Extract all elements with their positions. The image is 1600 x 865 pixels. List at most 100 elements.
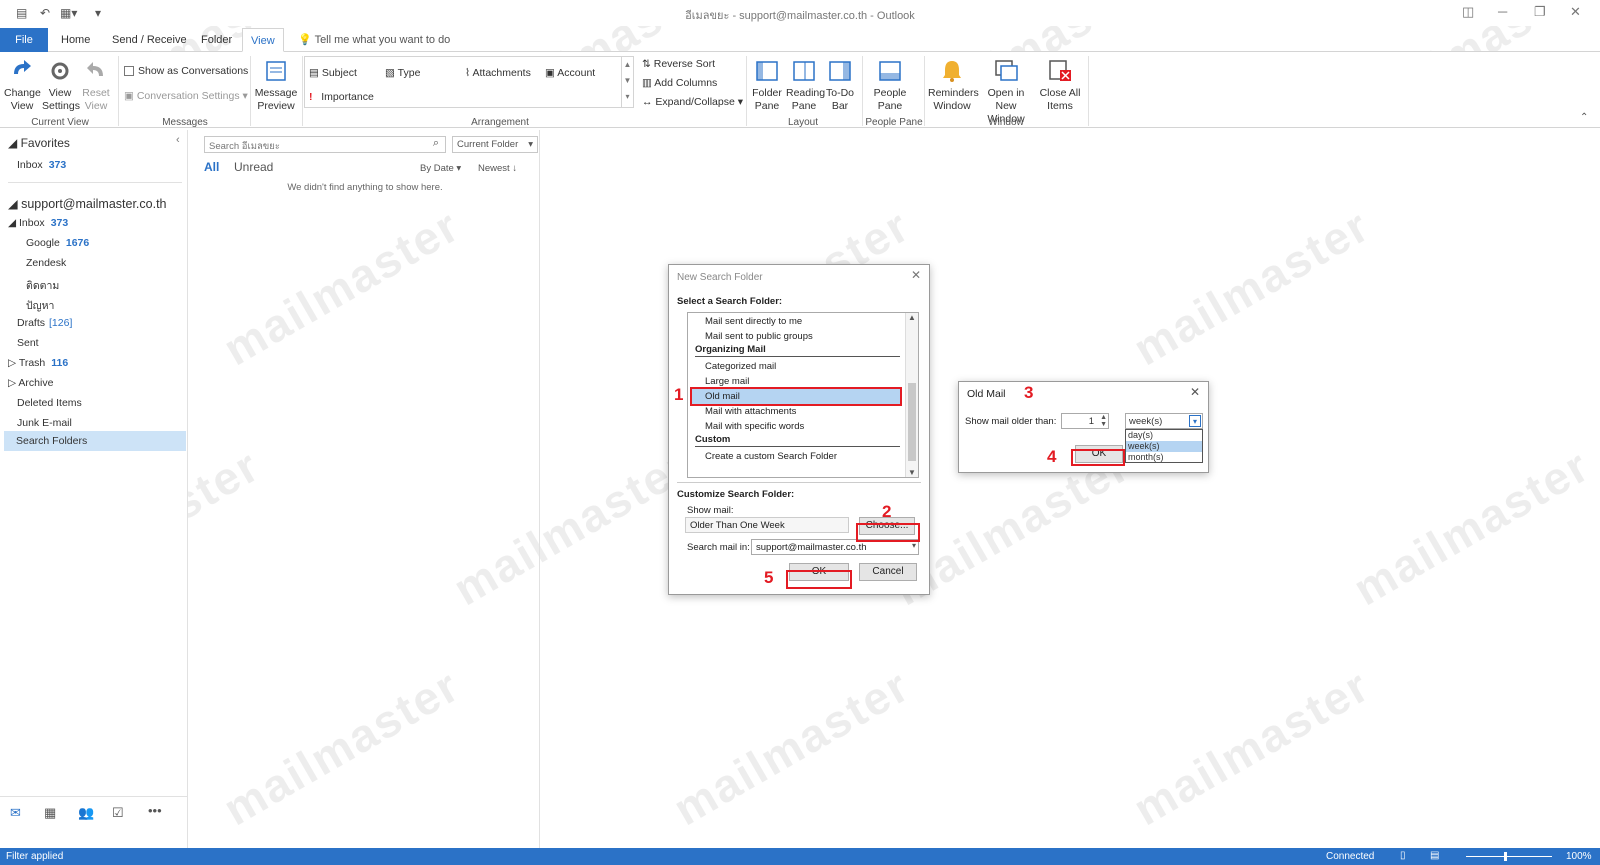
account-header[interactable]: ◢ support@mailmaster.co.th [8, 196, 167, 211]
folder-zendesk[interactable]: Zendesk [26, 257, 66, 269]
people-icon[interactable]: 👥 [78, 805, 94, 821]
tell-me-box[interactable]: 💡 Tell me what you want to do [290, 28, 458, 52]
list-item[interactable]: Create a custom Search Folder [705, 451, 837, 462]
filter-all[interactable]: All [204, 160, 219, 174]
view-settings-button[interactable]: View Settings [42, 58, 80, 113]
favorites-inbox[interactable]: Inbox 373 [17, 159, 66, 171]
reverse-sort-button[interactable]: ⇅ Reverse Sort [642, 58, 715, 70]
older-than-number[interactable]: 1 ▲ ▼ [1061, 413, 1109, 429]
reset-view-button[interactable]: Reset View [80, 58, 112, 113]
change-view-icon [14, 60, 31, 74]
scroll-down-icon[interactable]: ▼ [908, 468, 916, 477]
folder-drafts[interactable]: Drafts [126] [17, 317, 72, 329]
arrange-subject[interactable]: ▤ Subject [309, 67, 357, 79]
scroll-thumb[interactable] [908, 383, 916, 461]
search-scope-dropdown[interactable]: Current Folder ▾ [452, 136, 538, 153]
change-view-button[interactable]: Change View [4, 58, 41, 113]
cancel-button[interactable]: Cancel [859, 563, 917, 581]
zoom-level[interactable]: 100% [1566, 851, 1592, 862]
folder-inbox[interactable]: ◢ Inbox 373 [8, 217, 68, 229]
paperclip-icon: ⌇ [465, 67, 471, 79]
favorites-header[interactable]: ◢ Favorites [8, 136, 70, 150]
group-header: Custom [695, 434, 731, 445]
folder-problem[interactable]: ปัญหา [26, 297, 54, 314]
todo-bar-button[interactable]: To-Do Bar [824, 58, 856, 113]
message-preview-button[interactable]: Message Preview [254, 58, 298, 113]
dropdown-option[interactable]: day(s) [1126, 430, 1202, 441]
collapse-ribbon-icon[interactable]: ⌃ [1580, 112, 1588, 123]
tab-home[interactable]: Home [53, 28, 98, 52]
scroll-up-icon[interactable]: ▲ [908, 313, 916, 322]
tasks-icon[interactable]: ☑ [112, 805, 124, 821]
reminders-window-button[interactable]: Reminders Window [928, 58, 979, 113]
annotation-box [856, 523, 920, 542]
folder-follow[interactable]: ติดตาม [26, 277, 59, 294]
ribbon-display-icon[interactable]: ◫ [1462, 4, 1474, 20]
restore-icon[interactable]: ❐ [1534, 4, 1546, 20]
list-item[interactable]: Categorized mail [705, 361, 776, 372]
folder-deleted-items[interactable]: Deleted Items [17, 397, 82, 409]
folder-archive[interactable]: ▷ Archive [8, 377, 53, 389]
zoom-slider[interactable] [1466, 856, 1552, 857]
more-icon[interactable]: ••• [148, 803, 162, 818]
filter-unread[interactable]: Unread [234, 160, 273, 174]
dropdown-option[interactable]: month(s) [1126, 452, 1202, 463]
unit-dropdown[interactable]: week(s) ▾ [1125, 413, 1203, 429]
reading-view-icon[interactable]: ▤ [1430, 850, 1439, 861]
tab-file[interactable]: File [0, 28, 48, 52]
close-icon[interactable]: ✕ [1190, 385, 1200, 399]
arrange-attachments[interactable]: ⌇ Attachments [465, 67, 531, 79]
minimize-icon[interactable]: ─ [1498, 4, 1507, 19]
arrange-account[interactable]: ▣ Account [545, 67, 595, 79]
list-item[interactable]: Mail with attachments [705, 406, 796, 417]
separator [746, 56, 747, 126]
junk-label: Junk E-mail [17, 417, 72, 429]
open-new-window-button[interactable]: Open in New Window [978, 58, 1034, 126]
list-item[interactable]: Mail sent to public groups [705, 331, 813, 342]
dropdown-option-selected[interactable]: week(s) [1126, 441, 1202, 452]
zoom-thumb[interactable] [1504, 852, 1507, 861]
customize-label: Customize Search Folder: [677, 489, 795, 500]
reading-pane-button[interactable]: Reading Pane [786, 58, 825, 113]
number-value: 1 [1088, 416, 1094, 427]
tab-send-receive[interactable]: Send / Receive [104, 28, 195, 52]
expand-collapse-icon: ↔ [642, 96, 653, 108]
folder-trash[interactable]: ▷ Trash 116 [8, 357, 68, 369]
search-icon[interactable]: ⌕ [433, 137, 439, 150]
annotation-box [786, 570, 852, 589]
arrange-type[interactable]: ▧ Type [385, 67, 420, 79]
search-input[interactable]: Search อีเมลขยะ ⌕ [204, 136, 446, 153]
folder-sent[interactable]: Sent [17, 337, 39, 349]
gallery-scroll[interactable]: ▲ ▼ ▾ [621, 57, 633, 107]
calendar-icon[interactable]: ▦ [44, 805, 56, 821]
close-icon[interactable]: ✕ [911, 268, 921, 282]
spinner-icon[interactable]: ▲ ▼ [1100, 414, 1107, 428]
normal-view-icon[interactable]: ▯ [1400, 850, 1406, 861]
scrollbar[interactable]: ▲ ▼ [905, 313, 918, 477]
collapse-pane-icon[interactable]: ‹ [176, 134, 180, 146]
close-all-items-button[interactable]: Close All Items [1036, 58, 1084, 113]
divider [677, 482, 921, 483]
sort-order-button[interactable]: Newest ↓ [478, 163, 517, 174]
sort-by-dropdown[interactable]: By Date ▾ [420, 163, 461, 174]
list-item[interactable]: Mail sent directly to me [705, 316, 802, 327]
show-as-conversations-checkbox[interactable]: Show as Conversations [124, 65, 248, 77]
ribbon-tabs: File Home Send / Receive Folder View 💡 T… [0, 28, 1600, 52]
tab-folder[interactable]: Folder [193, 28, 240, 52]
arrange-importance[interactable]: ! Importance [309, 91, 374, 103]
close-all-icon [1049, 60, 1071, 81]
folder-pane-button[interactable]: Folder Pane [750, 58, 784, 113]
close-icon[interactable]: ✕ [1570, 4, 1581, 20]
folder-search-folders[interactable]: Search Folders [4, 431, 186, 451]
folder-google[interactable]: Google 1676 [26, 237, 89, 249]
expand-collapse-button[interactable]: ↔ Expand/Collapse ▾ [642, 96, 743, 108]
conversation-settings-button[interactable]: ▣ Conversation Settings ▾ [124, 90, 248, 102]
tab-view[interactable]: View [242, 28, 284, 52]
add-columns-button[interactable]: ▥ Add Columns [642, 77, 717, 89]
list-item[interactable]: Large mail [705, 376, 749, 387]
collapse-icon: ◢ [8, 217, 17, 229]
folder-junk[interactable]: Junk E-mail [17, 417, 72, 429]
people-pane-button[interactable]: People Pane [870, 58, 910, 113]
list-item[interactable]: Mail with specific words [705, 421, 804, 432]
mail-icon[interactable]: ✉ [10, 805, 21, 821]
